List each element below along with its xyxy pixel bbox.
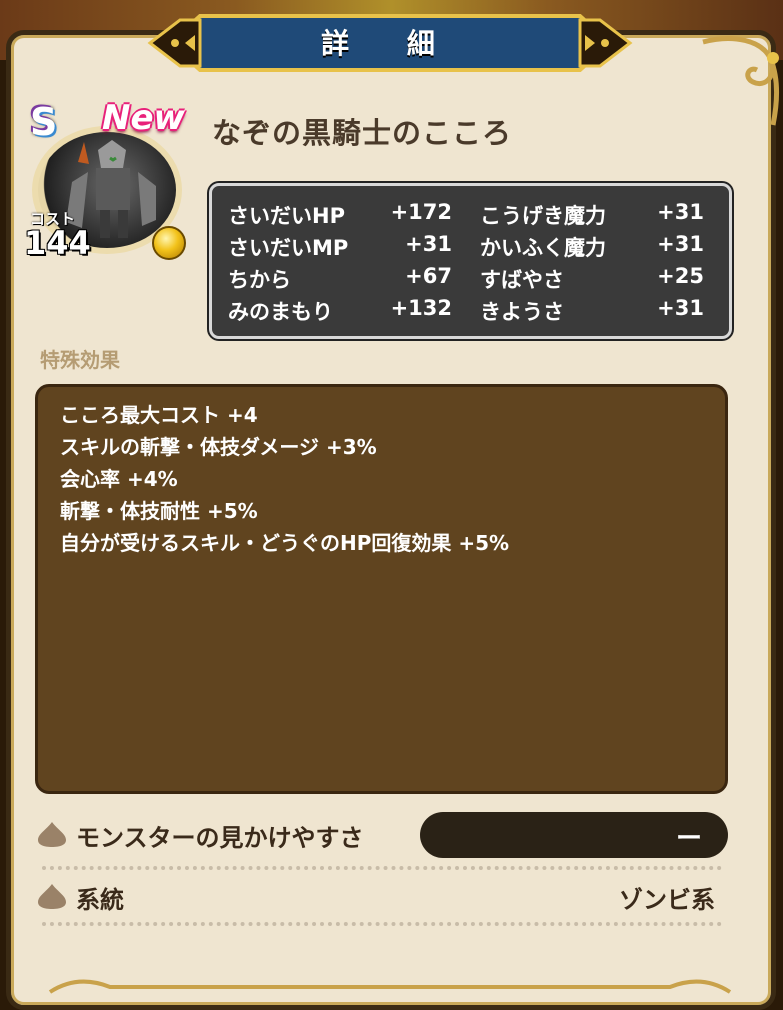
visibility-value-box: ー — [420, 812, 728, 858]
gold-medal-icon — [152, 226, 186, 260]
drop-icon — [38, 822, 66, 847]
effect-item: こころ最大コスト +4 — [60, 403, 258, 427]
corner-ornament-icon — [702, 36, 779, 126]
divider — [42, 922, 722, 926]
item-name: なぞの黒騎士のこころ — [212, 116, 513, 150]
page-title: 詳 細 — [321, 27, 459, 60]
stat-value: +31 — [657, 232, 704, 256]
title-banner: 詳 細 — [140, 8, 640, 78]
stat-value: +132 — [390, 296, 452, 320]
visibility-label: モンスターの見かけやすさ — [76, 824, 364, 852]
stats-panel: さいだいHP +172 こうげき魔力 +31 さいだいMP +31 かいふく魔力… — [209, 183, 732, 339]
cost-value: 144 — [24, 224, 91, 262]
special-effects-heading: 特殊効果 — [40, 348, 120, 372]
effect-item: 自分が受けるスキル・どうぐのHP回復効果 +5% — [60, 531, 510, 555]
stat-value: +31 — [657, 296, 704, 320]
drop-icon — [38, 884, 66, 909]
new-tag: New — [102, 98, 185, 138]
stat-value: +31 — [657, 200, 704, 224]
stat-label: こうげき魔力 — [480, 204, 606, 228]
special-effects-panel[interactable]: こころ最大コスト +4 スキルの斬撃・体技ダメージ +3% 会心率 +4% 斬撃… — [35, 384, 728, 794]
effect-item: スキルの斬撃・体技ダメージ +3% — [60, 435, 377, 459]
stat-label: きようさ — [480, 300, 564, 324]
stat-value: +31 — [405, 232, 452, 256]
stat-label: ちから — [228, 268, 291, 292]
lineage-label: 系統 — [76, 886, 124, 914]
stat-value: +172 — [390, 200, 452, 224]
lineage-value: ゾンビ系 — [619, 886, 715, 914]
stat-value: +25 — [657, 264, 704, 288]
effect-item: 会心率 +4% — [60, 467, 178, 491]
effect-item: 斬撃・体技耐性 +5% — [60, 499, 258, 523]
bottom-ornament-icon — [48, 979, 732, 994]
stat-label: さいだいMP — [228, 236, 349, 260]
stat-label: さいだいHP — [228, 204, 345, 228]
stat-label: みのまもり — [228, 300, 333, 324]
stat-label: かいふく魔力 — [480, 236, 606, 260]
stat-value: +67 — [405, 264, 452, 288]
stat-label: すばやさ — [480, 268, 564, 292]
visibility-value: ー — [675, 824, 702, 854]
rank-badge: S — [30, 100, 58, 144]
divider — [42, 866, 722, 870]
